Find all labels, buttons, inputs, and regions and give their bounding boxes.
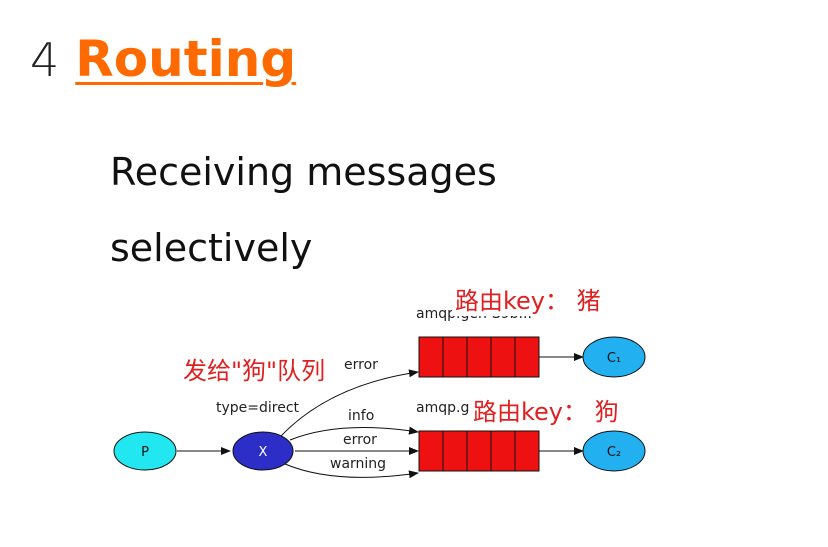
exchange-label: X [259, 445, 268, 460]
binding-label-error-q2: error [343, 432, 377, 448]
routing-diagram: P X type=direct amqp.gen-S9b... amqp.g C… [113, 286, 646, 479]
annotation-send-to-dog: 发给"狗"队列 [183, 357, 325, 385]
annotation-routing-key-dog: 路由key： 狗 [473, 398, 619, 426]
binding-label-error-q1: error [344, 357, 378, 373]
binding-label-warning: warning [330, 456, 386, 472]
binding-label-info: info [348, 408, 374, 424]
producer-label: P [141, 445, 149, 460]
queue-2 [418, 430, 540, 472]
exchange-type-label: type=direct [216, 400, 300, 416]
annotation-routing-key-pig: 路由key： 猪 [455, 287, 601, 315]
consumer1-label: C₁ [607, 351, 621, 366]
queue-1 [418, 336, 540, 378]
queue2-name-label: amqp.g [416, 400, 469, 416]
consumer2-label: C₂ [607, 445, 621, 460]
